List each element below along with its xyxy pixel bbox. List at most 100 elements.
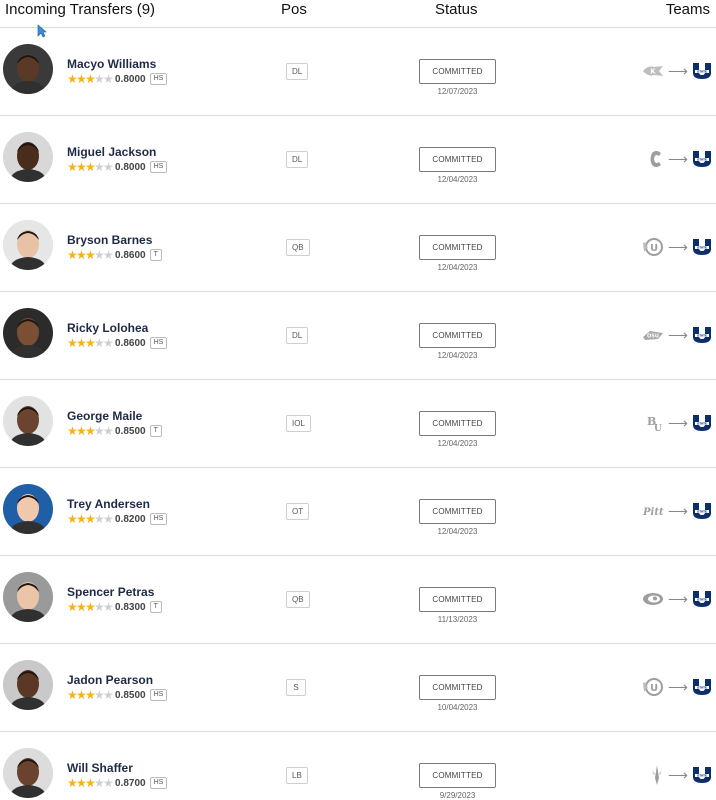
- rating-type-badge: HS: [149, 689, 168, 701]
- arrow-right-icon: ⟶: [667, 767, 688, 783]
- arrow-right-icon: ⟶: [667, 63, 688, 79]
- table-row[interactable]: Trey Andersen ★ ★ ★ ★ ★ 0.8200 HS OT COMMITTED 12/…: [0, 468, 716, 556]
- star-icon: ★: [85, 248, 96, 262]
- position-badge: QB: [286, 239, 310, 256]
- player-photo[interactable]: [3, 748, 53, 798]
- utah-state-logo-icon[interactable]: STATE: [692, 150, 712, 168]
- committed-status-button[interactable]: COMMITTED: [419, 499, 496, 524]
- table-row[interactable]: Jadon Pearson ★ ★ ★ ★ ★ 0.8500 HS S COMMITTED 10/0…: [0, 644, 716, 732]
- star-icon: ★: [94, 512, 105, 526]
- committed-status-button[interactable]: COMMITTED: [419, 235, 496, 260]
- utah-state-logo-icon[interactable]: STATE: [692, 414, 712, 432]
- utah-state-logo-icon[interactable]: STATE: [692, 766, 712, 784]
- rating-score: 0.8000: [115, 161, 146, 173]
- player-name[interactable]: Spencer Petras: [67, 585, 154, 599]
- player-photo[interactable]: [3, 44, 53, 94]
- player-name[interactable]: Jadon Pearson: [67, 673, 153, 687]
- team-transfer: ⟶ STATE: [650, 764, 712, 786]
- pitt-logo-icon[interactable]: Pitt: [642, 505, 664, 517]
- column-header-pos[interactable]: Pos: [281, 1, 307, 18]
- svg-text:STATE: STATE: [697, 422, 707, 426]
- baylor-logo-icon[interactable]: BU: [646, 414, 664, 432]
- player-photo[interactable]: [3, 484, 53, 534]
- arizona-state-logo-icon[interactable]: [650, 764, 664, 786]
- star-icon: ★: [103, 600, 114, 614]
- star-icon: ★: [103, 248, 114, 262]
- team-transfer: ⟶ STATE: [648, 148, 712, 170]
- rating-line: ★ ★ ★ ★ ★ 0.8300 T: [67, 600, 162, 614]
- player-photo[interactable]: [3, 308, 53, 358]
- star-icon: ★: [76, 160, 87, 174]
- player-name[interactable]: Ricky Lolohea: [67, 321, 148, 335]
- commit-date: 12/07/2023: [437, 87, 478, 96]
- commit-date: 12/04/2023: [437, 351, 478, 360]
- utah-state-logo-icon[interactable]: STATE: [692, 590, 712, 608]
- team-transfer: B U ⟶ STATE: [646, 412, 712, 434]
- utah-logo-icon[interactable]: U: [642, 678, 664, 696]
- utah-state-logo-icon[interactable]: STATE: [692, 326, 712, 344]
- committed-status-button[interactable]: COMMITTED: [419, 411, 496, 436]
- kent-state-logo-icon[interactable]: K: [642, 64, 664, 78]
- player-photo[interactable]: [3, 572, 53, 622]
- player-name[interactable]: Will Shaffer: [67, 761, 133, 775]
- player-photo[interactable]: [3, 132, 53, 182]
- arrow-right-icon: ⟶: [667, 151, 688, 167]
- table-row[interactable]: Macyo Williams ★ ★ ★ ★ ★ 0.8000 HS DL COMMITTED 12…: [0, 28, 716, 116]
- committed-status-button[interactable]: COMMITTED: [419, 323, 496, 348]
- table-row[interactable]: Spencer Petras ★ ★ ★ ★ ★ 0.8300 T QB COMMITTED 11/…: [0, 556, 716, 644]
- committed-status-button[interactable]: COMMITTED: [419, 763, 496, 788]
- star-icon: ★: [76, 424, 87, 438]
- utah-state-logo-icon[interactable]: STATE: [692, 678, 712, 696]
- table-row[interactable]: Will Shaffer ★ ★ ★ ★ ★ 0.8700 HS LB COMMITTED 9/29…: [0, 732, 716, 800]
- player-photo[interactable]: [3, 396, 53, 446]
- star-icon: ★: [103, 424, 114, 438]
- position-badge: DL: [286, 151, 309, 168]
- svg-text:OSU: OSU: [647, 334, 659, 340]
- team-transfer: K ⟶ STATE: [642, 60, 712, 82]
- table-row[interactable]: Bryson Barnes ★ ★ ★ ★ ★ 0.8600 T QB COMMITTED 12/0…: [0, 204, 716, 292]
- table-row[interactable]: Miguel Jackson ★ ★ ★ ★ ★ 0.8000 HS DL COMMITTED 12…: [0, 116, 716, 204]
- star-icon: ★: [94, 336, 105, 350]
- star-icon: ★: [103, 336, 114, 350]
- player-photo[interactable]: [3, 220, 53, 270]
- table-row[interactable]: George Maile ★ ★ ★ ★ ★ 0.8500 T IOL COMMITTED 12/0…: [0, 380, 716, 468]
- svg-text:U: U: [650, 683, 658, 694]
- star-rating: ★ ★ ★ ★ ★: [67, 688, 114, 702]
- utah-logo-icon[interactable]: U: [642, 238, 664, 256]
- committed-status-button[interactable]: COMMITTED: [419, 59, 496, 84]
- utah-state-logo-icon[interactable]: STATE: [692, 502, 712, 520]
- rating-type-badge: HS: [149, 513, 168, 525]
- star-icon: ★: [94, 776, 105, 790]
- player-name[interactable]: Miguel Jackson: [67, 145, 156, 159]
- table-row[interactable]: Ricky Lolohea ★ ★ ★ ★ ★ 0.8600 HS DL COMMITTED 12/…: [0, 292, 716, 380]
- column-header-status[interactable]: Status: [435, 1, 478, 18]
- star-icon: ★: [94, 160, 105, 174]
- committed-status-button[interactable]: COMMITTED: [419, 675, 496, 700]
- rating-score: 0.8500: [115, 425, 146, 437]
- player-name[interactable]: Bryson Barnes: [67, 233, 152, 247]
- oklahoma-state-logo-icon[interactable]: OSU: [642, 329, 664, 341]
- star-icon: ★: [103, 688, 114, 702]
- star-icon: ★: [85, 512, 96, 526]
- star-icon: ★: [67, 72, 78, 86]
- charlotte-logo-icon[interactable]: [648, 149, 664, 169]
- iowa-logo-icon[interactable]: [642, 592, 664, 606]
- svg-text:U: U: [650, 243, 658, 254]
- player-name[interactable]: George Maile: [67, 409, 142, 423]
- star-icon: ★: [67, 424, 78, 438]
- player-name[interactable]: Macyo Williams: [67, 57, 156, 71]
- svg-text:K: K: [650, 68, 656, 76]
- star-icon: ★: [103, 776, 114, 790]
- column-header-teams[interactable]: Teams: [666, 1, 710, 18]
- committed-status-button[interactable]: COMMITTED: [419, 587, 496, 612]
- position-badge: LB: [286, 767, 308, 784]
- star-rating: ★ ★ ★ ★ ★: [67, 160, 114, 174]
- committed-status-button[interactable]: COMMITTED: [419, 147, 496, 172]
- star-icon: ★: [67, 336, 78, 350]
- svg-text:U: U: [654, 424, 662, 432]
- utah-state-logo-icon[interactable]: STATE: [692, 62, 712, 80]
- utah-state-logo-icon[interactable]: STATE: [692, 238, 712, 256]
- player-name[interactable]: Trey Andersen: [67, 497, 150, 511]
- player-photo[interactable]: [3, 660, 53, 710]
- arrow-right-icon: ⟶: [667, 415, 688, 431]
